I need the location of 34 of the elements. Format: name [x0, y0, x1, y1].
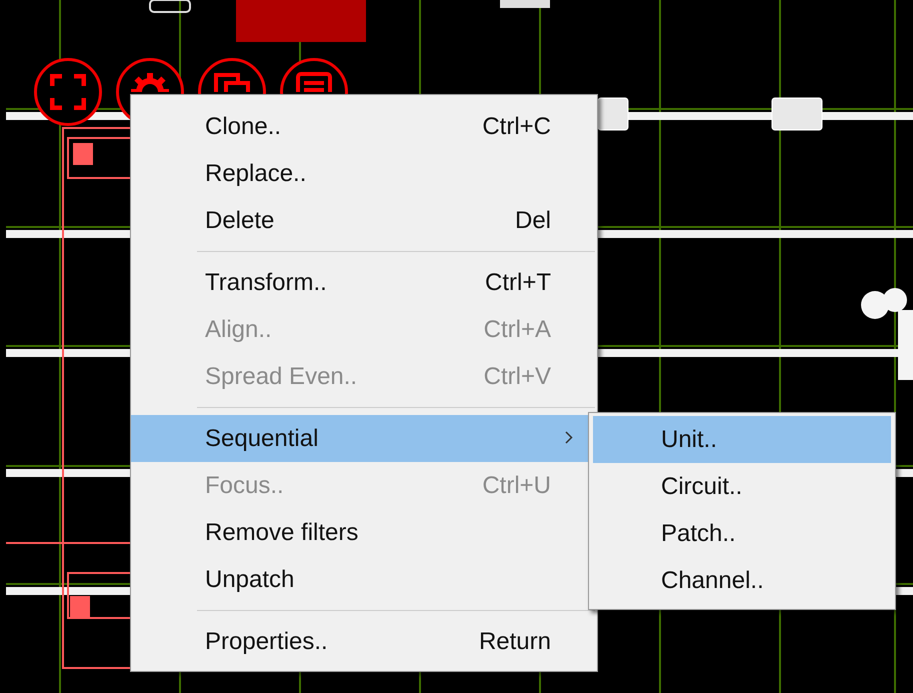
menu-item-label: Delete [205, 206, 276, 234]
menu-item-label: Unpatch [205, 566, 296, 594]
shortcut-label: Del [514, 206, 552, 234]
menu-item-label: Remove filters [205, 518, 360, 546]
submenu-item[interactable]: Circuit.. [593, 463, 891, 510]
shortcut-label: Ctrl+V [482, 362, 552, 390]
menu-item[interactable]: Properties.. Return [131, 618, 597, 665]
menu-item-label: Focus.. [205, 472, 285, 500]
menu-item[interactable]: Clone.. Ctrl+C [131, 103, 597, 150]
shortcut-label: Ctrl+A [482, 316, 552, 344]
submenu-item[interactable]: Unit.. [593, 416, 891, 463]
menu-item-label: Spread Even.. [205, 362, 358, 390]
fixture [149, 0, 191, 13]
fixture [500, 0, 550, 8]
shortcut-label: Ctrl+T [484, 268, 552, 296]
menu-item-label: Properties.. [205, 628, 329, 656]
shortcut-label: Return [478, 628, 552, 656]
shortcut-label: Ctrl+C [481, 112, 552, 140]
menu-item-label: Replace.. [205, 160, 308, 188]
settings-icon [130, 72, 170, 92]
submenu-item[interactable]: Patch.. [593, 510, 891, 557]
shortcut-label: Ctrl+U [481, 472, 552, 500]
menu-item[interactable]: Replace.. [131, 150, 597, 197]
menu-item-label: Transform.. [205, 268, 328, 296]
menu-item-label: Clone.. [205, 112, 282, 140]
fullscreen-icon [50, 74, 86, 110]
menu-item-label: Sequential [205, 424, 320, 452]
menu-item-label: Align.. [205, 316, 273, 344]
menu-item[interactable]: Delete Del [131, 197, 597, 244]
copy-icon [213, 72, 251, 92]
menu-item[interactable]: Transform.. Ctrl+T [131, 259, 597, 306]
fixture [772, 98, 822, 130]
submenu-item[interactable]: Channel.. [593, 557, 891, 604]
list-icon [296, 72, 332, 92]
